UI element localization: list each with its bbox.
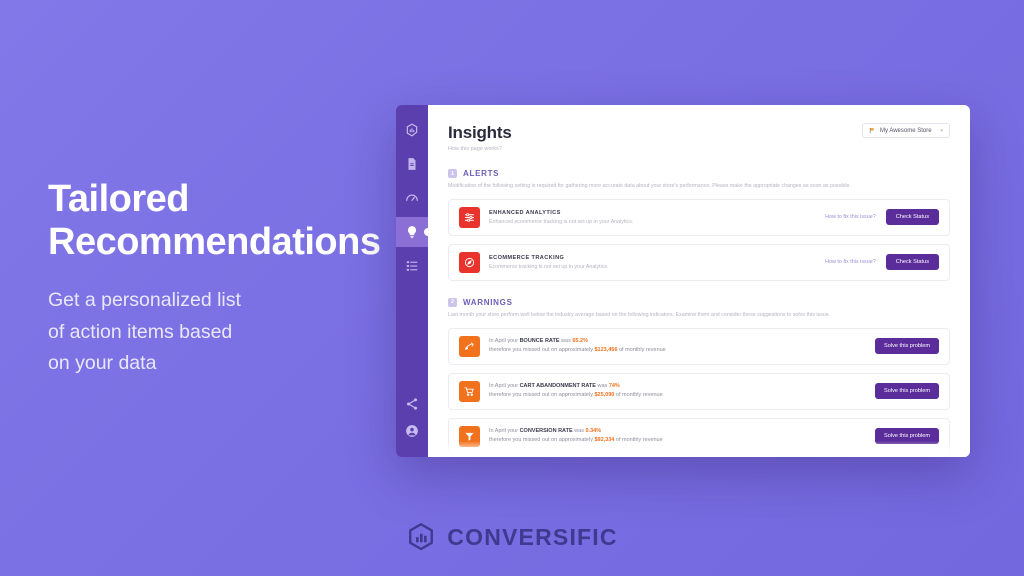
page-title: Insights xyxy=(448,123,512,142)
promo-subtitle-line-3: on your data xyxy=(48,352,157,375)
warning-line2-post: of monthly revenue xyxy=(614,437,663,444)
sidebar-item-reports[interactable] xyxy=(396,149,428,179)
warning-line1-pre: In April your xyxy=(489,382,520,389)
warning-card-body: In April your CART ABANDONMENT RATE was … xyxy=(489,382,866,401)
warning-line2-post: of monthly revenue xyxy=(617,347,666,354)
solve-problem-button[interactable]: Solve this problem xyxy=(874,428,939,445)
promo-title: Tailored Recommendations xyxy=(48,178,428,263)
sidebar-item-list[interactable] xyxy=(396,251,428,281)
store-selector[interactable]: My Awesome Store ▾ xyxy=(862,123,950,138)
warning-card-bounce-rate[interactable]: In April your BOUNCE RATE was 65.2% ther… xyxy=(448,327,950,365)
warning-line1-mid: was xyxy=(559,337,573,344)
alert-card-description: Ecommerce tracking is not set up in your… xyxy=(489,263,609,270)
sidebar-item-share[interactable] xyxy=(396,389,428,419)
warning-metric-value: 74% xyxy=(608,382,620,389)
promo-block: Tailored Recommendations Get a personali… xyxy=(48,178,428,380)
warning-metric-name: CART ABANDONMENT RATE xyxy=(519,382,596,389)
compass-icon xyxy=(459,251,480,273)
promo-title-line-2: Recommendations xyxy=(48,220,381,263)
alert-card-title: ENHANCED ANALYTICS xyxy=(489,209,561,216)
warning-metric-value: 0.34% xyxy=(585,427,602,434)
store-flag-icon xyxy=(869,127,875,134)
alert-card-enhanced-analytics[interactable]: ENHANCED ANALYTICS Enhanced ecommerce tr… xyxy=(448,198,950,236)
insights-panel: Insights How this page works? My Awesome… xyxy=(428,105,970,457)
warning-card-actions: Solve this problem xyxy=(874,428,939,445)
solve-problem-button[interactable]: Solve this problem xyxy=(874,383,939,400)
warning-metric-name: BOUNCE RATE xyxy=(519,337,560,344)
sidebar-item-insights[interactable] xyxy=(396,217,428,247)
app-window: Insights How this page works? My Awesome… xyxy=(396,105,970,457)
warning-line-1: In April your CONVERSION RATE was 0.34% xyxy=(489,427,866,437)
alert-card-ecommerce-tracking[interactable]: ECOMMERCE TRACKING Ecommerce tracking is… xyxy=(448,243,950,281)
warning-line1-mid: was xyxy=(572,427,586,434)
section-warnings-header: 2 WARNINGS xyxy=(448,297,950,307)
sidebar-item-performance[interactable] xyxy=(396,183,428,213)
warning-line2-pre: therefore you missed out on approximatel… xyxy=(489,437,595,444)
solve-problem-button[interactable]: Solve this problem xyxy=(874,338,939,355)
warning-line1-pre: In April your xyxy=(489,337,520,344)
how-to-fix-link[interactable]: How to fix this issue? xyxy=(825,214,876,220)
how-to-fix-link[interactable]: How to fix this issue? xyxy=(825,259,876,265)
warning-line-1: In April your CART ABANDONMENT RATE was … xyxy=(489,382,866,392)
section-alerts-description: Modification of the following setting is… xyxy=(448,183,851,189)
hexagon-bar-chart-icon xyxy=(409,523,434,551)
alert-card-body: ECOMMERCE TRACKING Ecommerce tracking is… xyxy=(489,255,816,270)
chevron-down-icon: ▾ xyxy=(940,127,943,134)
section-alerts: 1 ALERTS Modification of the following s… xyxy=(448,169,950,281)
sliders-icon xyxy=(459,206,480,228)
alert-card-description: Enhanced ecommerce tracking is not set u… xyxy=(489,218,634,225)
brand-footer: CONVERSIFIC xyxy=(0,522,1024,552)
warning-line-2: therefore you missed out on approximatel… xyxy=(489,346,866,356)
warning-line1-pre: In April your xyxy=(489,427,520,434)
check-status-button[interactable]: Check Status xyxy=(885,209,939,226)
warning-line2-pre: therefore you missed out on approximatel… xyxy=(489,392,595,399)
panel-header: Insights How this page works? My Awesome… xyxy=(448,123,950,152)
promo-subtitle: Get a personalized list of action items … xyxy=(48,285,428,380)
warning-card-actions: Solve this problem xyxy=(874,383,939,400)
promo-subtitle-line-1: Get a personalized list xyxy=(48,289,241,312)
section-warnings-number: 2 xyxy=(448,297,457,307)
warning-line-1: In April your BOUNCE RATE was 65.2% xyxy=(489,337,866,347)
section-warnings: 2 WARNINGS Last month your store perform… xyxy=(448,297,950,455)
warning-line2-pre: therefore you missed out on approximatel… xyxy=(489,347,595,354)
page-subtitle-link[interactable]: How this page works? xyxy=(448,146,512,152)
store-selector-value: My Awesome Store xyxy=(880,127,932,134)
promo-title-line-1: Tailored xyxy=(48,178,190,220)
section-alerts-title: ALERTS xyxy=(463,169,500,178)
alert-card-actions: How to fix this issue? Check Status xyxy=(825,254,939,271)
promo-subtitle-line-2: of action items based xyxy=(48,320,233,343)
warning-card-conversion-rate[interactable]: In April your CONVERSION RATE was 0.34% … xyxy=(448,417,950,455)
page-heading-group: Insights How this page works? xyxy=(448,123,512,152)
warning-card-body: In April your BOUNCE RATE was 65.2% ther… xyxy=(489,337,866,356)
section-warnings-title: WARNINGS xyxy=(463,297,513,307)
section-alerts-header: 1 ALERTS xyxy=(448,169,950,178)
app-sidebar xyxy=(396,105,428,457)
warning-line1-mid: was xyxy=(595,382,609,389)
bounce-rate-icon xyxy=(459,335,480,357)
alert-card-body: ENHANCED ANALYTICS Enhanced ecommerce tr… xyxy=(489,210,816,225)
conversion-funnel-icon xyxy=(459,425,480,447)
warning-revenue-value: $92,334 xyxy=(594,437,615,444)
warning-line2-post: of monthly revenue xyxy=(614,392,663,399)
warning-card-actions: Solve this problem xyxy=(874,338,939,355)
warning-metric-value: 65.2% xyxy=(572,337,588,344)
warning-line-2: therefore you missed out on approximatel… xyxy=(489,391,866,401)
section-alerts-number: 1 xyxy=(448,169,457,178)
warning-line-2: therefore you missed out on approximatel… xyxy=(489,436,866,446)
alert-card-title: ECOMMERCE TRACKING xyxy=(489,254,565,261)
warning-revenue-value: $123,456 xyxy=(594,347,618,354)
sidebar-item-logo[interactable] xyxy=(396,115,428,145)
warning-revenue-value: $25,090 xyxy=(594,392,615,399)
section-warnings-description: Last month your store perform well below… xyxy=(448,311,831,318)
warning-card-cart-abandonment[interactable]: In April your CART ABANDONMENT RATE was … xyxy=(448,372,950,410)
shopping-cart-icon xyxy=(459,380,480,402)
check-status-button[interactable]: Check Status xyxy=(885,254,939,271)
alert-card-actions: How to fix this issue? Check Status xyxy=(825,209,939,226)
brand-name: CONVERSIFIC xyxy=(447,523,618,550)
sidebar-item-account[interactable] xyxy=(396,423,428,453)
warning-card-body: In April your CONVERSION RATE was 0.34% … xyxy=(489,427,866,446)
warning-metric-name: CONVERSION RATE xyxy=(519,427,573,434)
